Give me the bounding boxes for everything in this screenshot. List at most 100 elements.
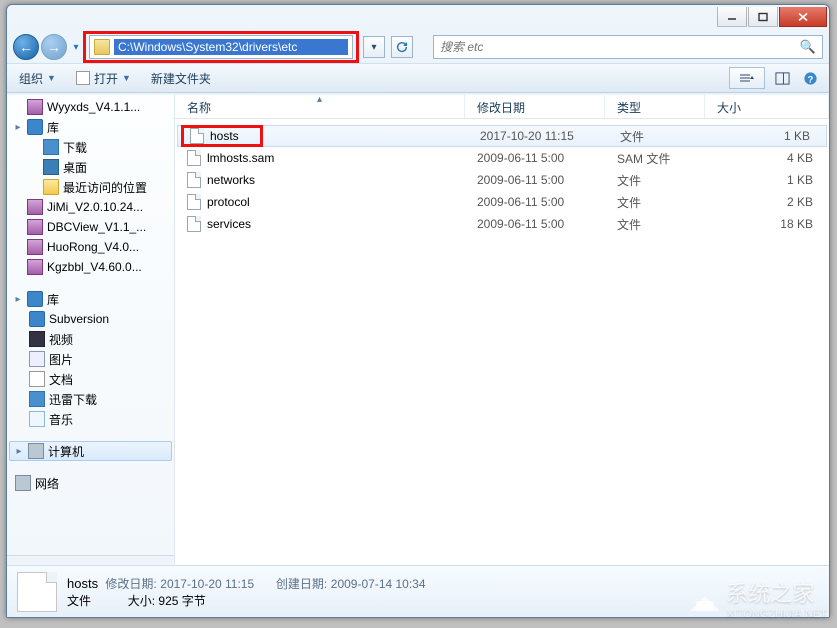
file-thumbnail: [17, 572, 57, 612]
sidebar-item-label: Subversion: [49, 312, 109, 326]
column-date[interactable]: 修改日期: [465, 95, 605, 118]
sidebar-item-label: 网络: [35, 475, 59, 492]
library-icon: [27, 291, 43, 307]
sidebar-item[interactable]: ▸ 库: [7, 117, 174, 137]
column-name[interactable]: ▴ 名称: [175, 95, 465, 118]
minimize-button[interactable]: [717, 7, 747, 27]
details-size-value: 925 字节: [158, 594, 205, 608]
sidebar-item-label: 库: [47, 291, 59, 308]
address-dropdown[interactable]: ▾: [363, 36, 385, 58]
file-row[interactable]: networks 2009-06-11 5:00 文件 1 KB: [175, 169, 829, 191]
file-type: 文件: [608, 128, 708, 145]
sidebar-item[interactable]: 音乐: [7, 409, 174, 429]
pic-icon: [29, 351, 45, 367]
lib-icon: [27, 119, 43, 135]
sidebar-libraries[interactable]: ▸ 库: [7, 289, 174, 309]
file-row[interactable]: lmhosts.sam 2009-06-11 5:00 SAM 文件 4 KB: [175, 147, 829, 169]
details-modified-value: 2017-10-20 11:15: [160, 577, 254, 591]
tree-twist-icon: ▸: [14, 446, 24, 457]
dl-icon: [43, 139, 59, 155]
sidebar-network[interactable]: 网络: [7, 473, 174, 493]
sidebar-item-label: 音乐: [49, 411, 73, 428]
search-input[interactable]: [438, 39, 798, 55]
file-name: protocol: [207, 195, 250, 209]
sidebar-item-label: 计算机: [48, 443, 84, 460]
column-type[interactable]: 类型: [605, 95, 705, 118]
vid-icon: [29, 331, 45, 347]
search-box[interactable]: 🔍: [433, 35, 823, 59]
tree-twist-icon: ▸: [13, 122, 23, 133]
file-type: 文件: [605, 194, 705, 211]
new-folder-button[interactable]: 新建文件夹: [147, 68, 215, 89]
file-icon: [187, 194, 201, 210]
details-created-label: 创建日期:: [276, 577, 327, 591]
refresh-button[interactable]: [391, 36, 413, 58]
nav-history-dropdown[interactable]: ▾: [69, 34, 83, 60]
sidebar-item[interactable]: HuoRong_V4.0...: [7, 237, 174, 257]
sidebar-item-label: HuoRong_V4.0...: [47, 240, 139, 254]
file-size: 1 KB: [708, 129, 826, 143]
sidebar-item-label: 图片: [49, 351, 73, 368]
lib-icon: [29, 311, 45, 327]
sidebar-item[interactable]: 桌面: [7, 157, 174, 177]
sidebar-item[interactable]: 视频: [7, 329, 174, 349]
sidebar-item-label: 视频: [49, 331, 73, 348]
sidebar-item-label: 文档: [49, 371, 73, 388]
file-icon: [187, 172, 201, 188]
file-row[interactable]: services 2009-06-11 5:00 文件 18 KB: [175, 213, 829, 235]
open-button[interactable]: 打开 ▼: [72, 68, 135, 89]
details-modified-label: 修改日期:: [105, 577, 156, 591]
sidebar-item[interactable]: 最近访问的位置: [7, 177, 174, 197]
file-name: hosts: [210, 129, 239, 143]
maximize-button[interactable]: [748, 7, 778, 27]
sidebar-computer[interactable]: ▸ 计算机: [9, 441, 172, 461]
sidebar-item[interactable]: Kgzbbl_V4.60.0...: [7, 257, 174, 277]
titlebar: [7, 5, 829, 31]
file-row[interactable]: protocol 2009-06-11 5:00 文件 2 KB: [175, 191, 829, 213]
sidebar-item-label: Kgzbbl_V4.60.0...: [47, 260, 142, 274]
sidebar-item-label: JiMi_V2.0.10.24...: [47, 200, 143, 214]
file-type: SAM 文件: [605, 150, 705, 167]
organize-menu[interactable]: 组织 ▼: [15, 68, 60, 89]
file-name: networks: [207, 173, 255, 187]
file-size: 1 KB: [705, 173, 829, 187]
file-name: services: [207, 217, 251, 231]
file-list-pane: ▴ 名称 修改日期 类型 大小 hosts 2017-10-20 11:15 文…: [175, 95, 829, 565]
help-button[interactable]: ?: [799, 67, 821, 89]
close-button[interactable]: [779, 7, 827, 27]
column-size[interactable]: 大小: [705, 95, 829, 118]
sidebar-item[interactable]: JiMi_V2.0.10.24...: [7, 197, 174, 217]
search-icon[interactable]: 🔍: [798, 39, 818, 55]
sidebar-item[interactable]: DBCView_V1.1_...: [7, 217, 174, 237]
sidebar-item[interactable]: 文档: [7, 369, 174, 389]
sidebar-item-label: DBCView_V1.1_...: [47, 220, 146, 234]
arrow-left-icon: ←: [19, 40, 33, 54]
archive-icon: [27, 259, 43, 275]
archive-icon: [27, 219, 43, 235]
sidebar-item-label: 迅雷下载: [49, 391, 97, 408]
sidebar-item-label: Wyyxds_V4.1.1...: [47, 100, 140, 114]
sidebar-item[interactable]: Wyyxds_V4.1.1...: [7, 97, 174, 117]
open-label: 打开: [94, 70, 118, 87]
nav-forward-button[interactable]: →: [41, 34, 67, 60]
sidebar-item-label: 最近访问的位置: [63, 179, 147, 196]
arrow-right-icon: →: [47, 40, 61, 54]
sidebar-resize-handle[interactable]: [7, 555, 174, 565]
file-icon: [187, 216, 201, 232]
sidebar-item[interactable]: 下载: [7, 137, 174, 157]
nav-back-button[interactable]: ←: [13, 34, 39, 60]
archive-icon: [27, 239, 43, 255]
address-bar[interactable]: C:\Windows\System32\drivers\etc: [89, 35, 353, 59]
sidebar-item[interactable]: 迅雷下载: [7, 389, 174, 409]
column-headers: ▴ 名称 修改日期 类型 大小: [175, 95, 829, 119]
svg-text:?: ?: [807, 74, 813, 84]
sidebar-item-label: 桌面: [63, 159, 87, 176]
file-name: lmhosts.sam: [207, 151, 274, 165]
sidebar-item[interactable]: Subversion: [7, 309, 174, 329]
sidebar-item-label: 库: [47, 119, 59, 136]
explorer-window: ← → ▾ C:\Windows\System32\drivers\etc ▾ …: [6, 4, 830, 618]
file-row[interactable]: hosts 2017-10-20 11:15 文件 1 KB: [177, 125, 827, 147]
sidebar-item[interactable]: 图片: [7, 349, 174, 369]
preview-pane-button[interactable]: [771, 67, 793, 89]
view-options-button[interactable]: [729, 67, 765, 89]
